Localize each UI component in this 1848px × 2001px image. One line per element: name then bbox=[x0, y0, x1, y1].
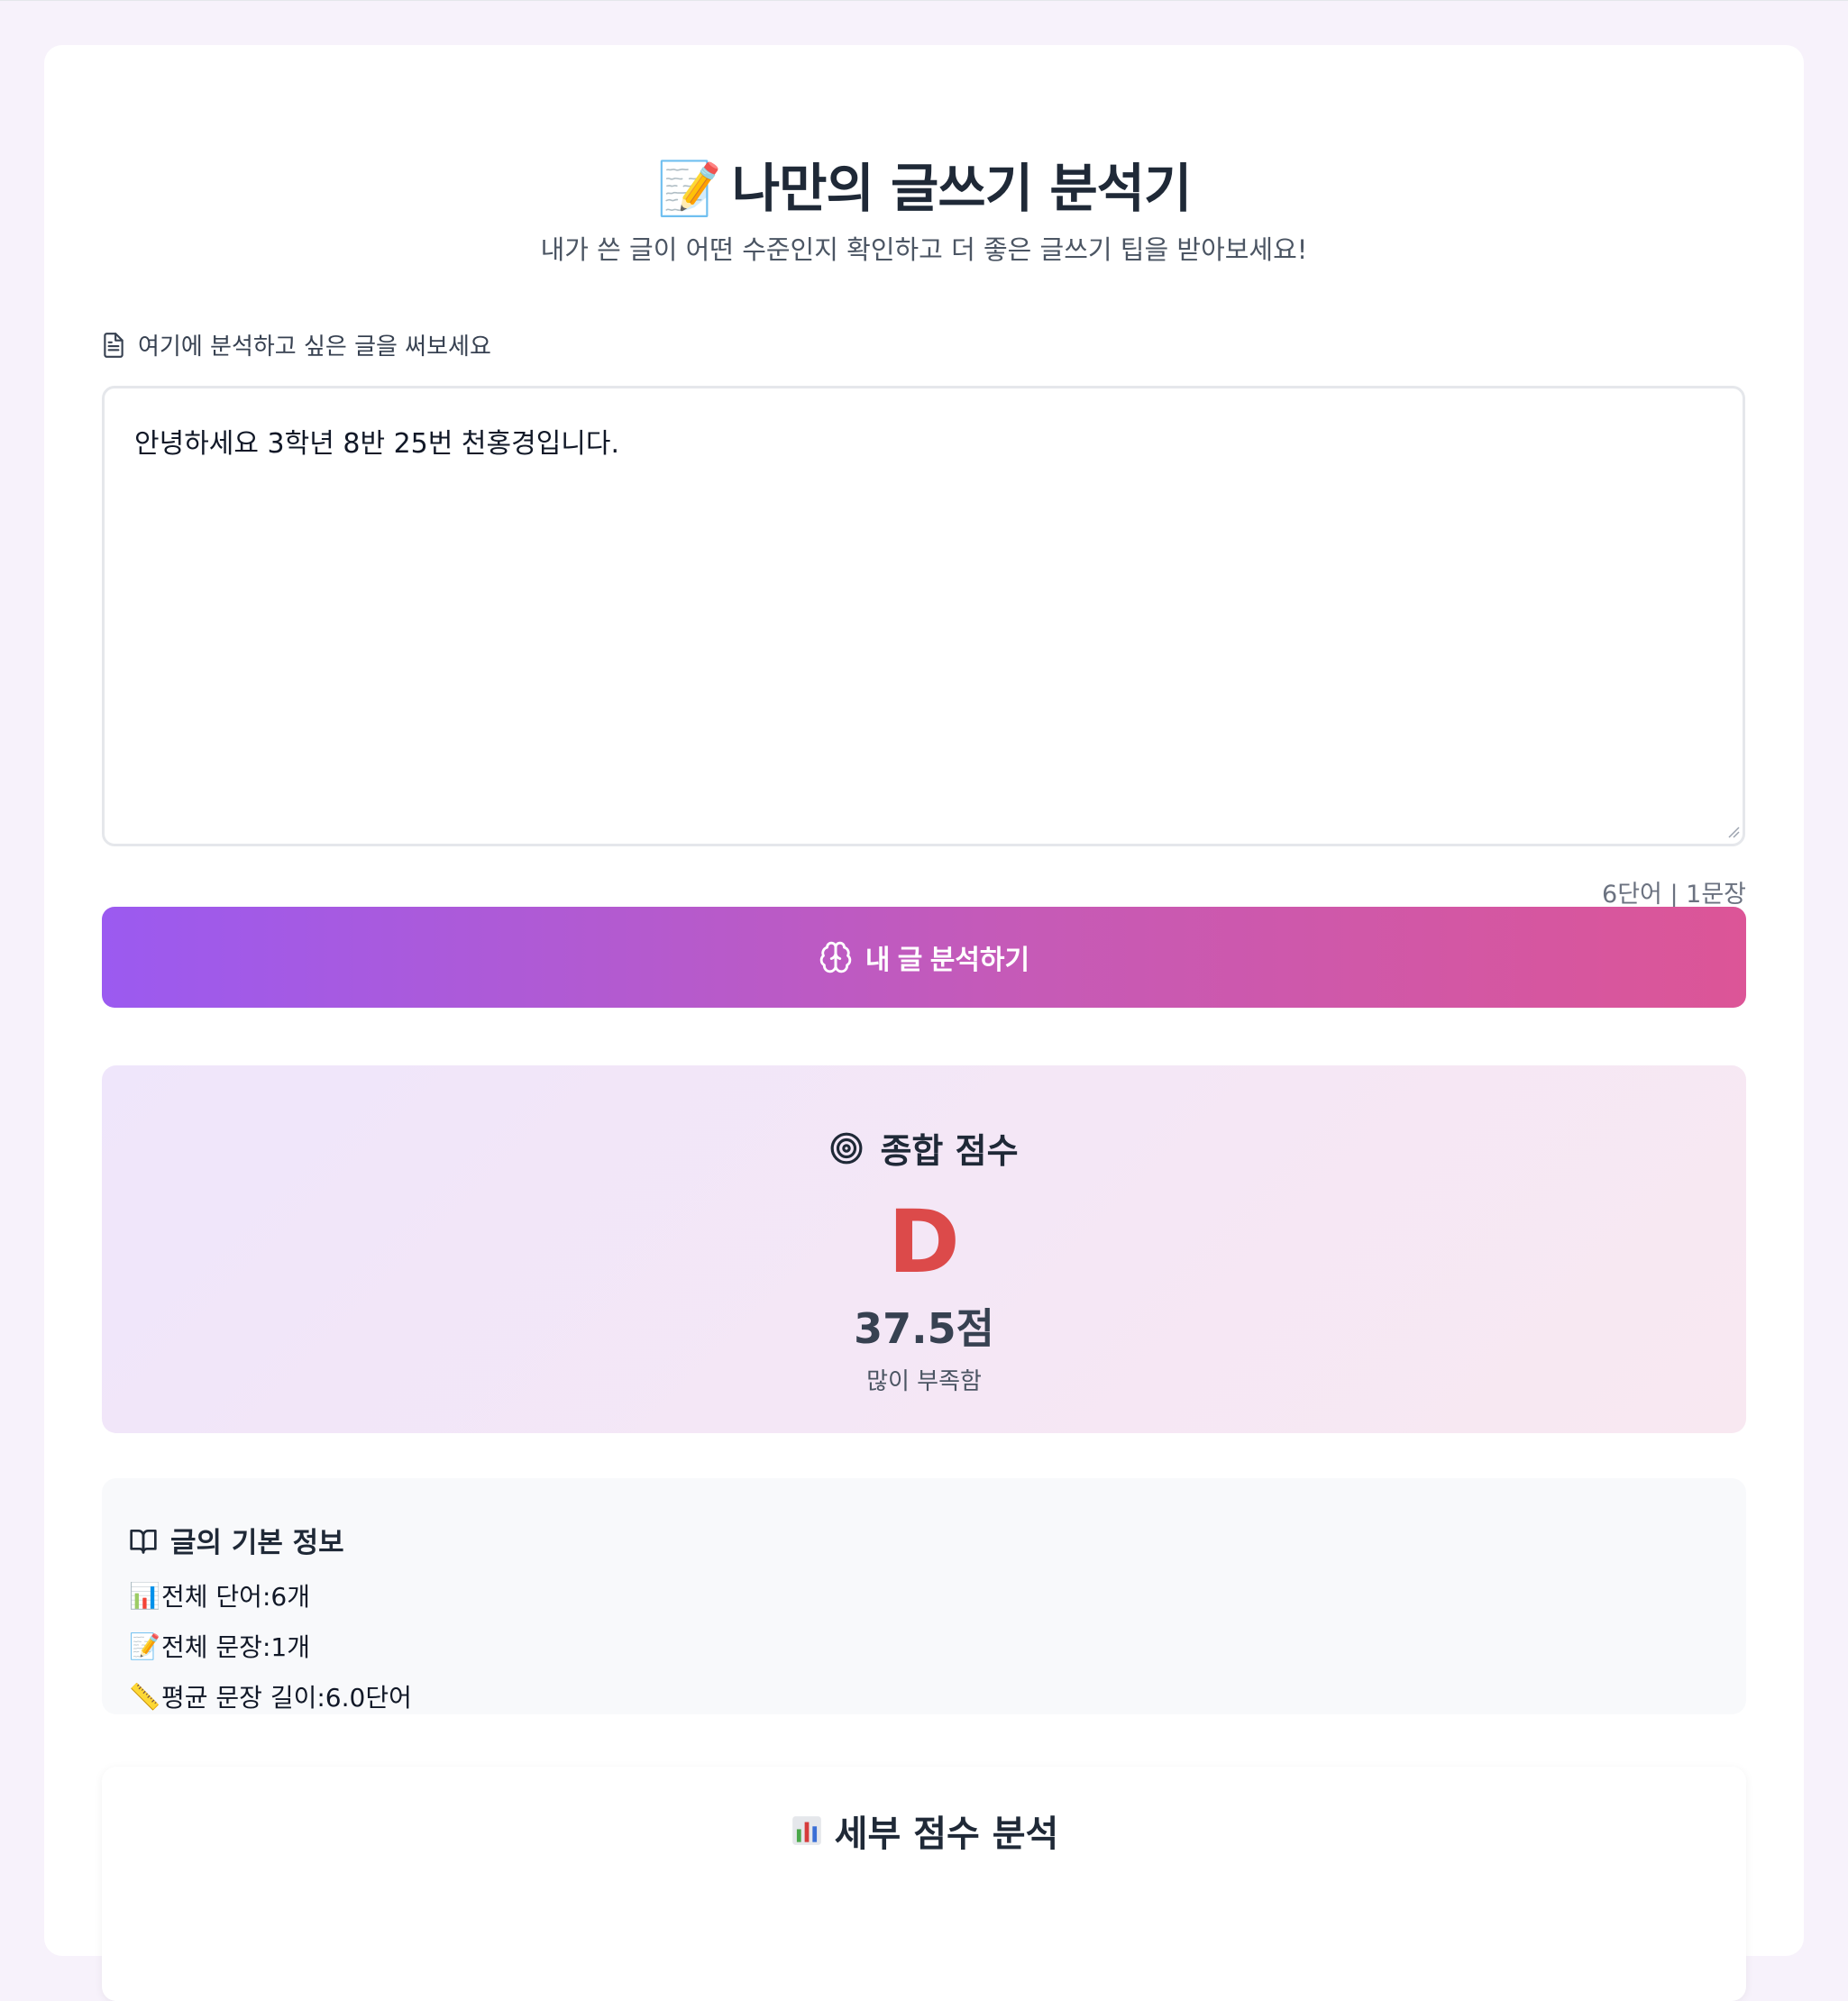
overall-score-title: 종합 점수 bbox=[102, 1123, 1746, 1173]
resize-handle-icon[interactable] bbox=[1727, 826, 1740, 838]
info-total-words-label: 전체 단어: bbox=[161, 1582, 271, 1612]
word-sentence-counter: 6단어 | 1문장 bbox=[1602, 881, 1746, 909]
info-total-sentences: 📝 전체 문장: 1개 bbox=[129, 1628, 310, 1664]
memo-icon: 📝 bbox=[656, 158, 722, 219]
analyze-button[interactable]: 내 글 분석하기 bbox=[102, 907, 1746, 1008]
info-avg-sentence-length: 📏 평균 문장 길이: 6.0단어 bbox=[129, 1678, 412, 1714]
text-input-label: 여기에 분석하고 싶은 글을 써보세요 bbox=[102, 328, 491, 361]
info-total-words-value: 6개 bbox=[270, 1582, 310, 1612]
info-total-sentences-label: 전체 문장: bbox=[161, 1632, 271, 1662]
main-card: 📝 나만의 글쓰기 분석기 내가 쓴 글이 어떤 수준인지 확인하고 더 좋은 글… bbox=[44, 45, 1804, 2001]
basic-info-title-text: 글의 기본 정보 bbox=[170, 1527, 344, 1559]
overall-score-title-text: 종합 점수 bbox=[880, 1131, 1019, 1171]
page-title: 📝 나만의 글쓰기 분석기 bbox=[44, 146, 1804, 222]
ruler-icon: 📏 bbox=[129, 1681, 160, 1712]
document-icon bbox=[104, 332, 124, 358]
bar-chart-icon: 📊 bbox=[129, 1580, 160, 1611]
score-verdict: 많이 부족함 bbox=[866, 1368, 982, 1395]
page-title-text: 나만의 글쓰기 분석기 bbox=[731, 158, 1193, 219]
memo-icon: 📝 bbox=[129, 1631, 160, 1661]
text-input-label-text: 여기에 분석하고 싶은 글을 써보세요 bbox=[138, 334, 491, 361]
detail-score-panel: 세부 점수 분석 bbox=[102, 1767, 1746, 2001]
writing-textarea[interactable] bbox=[102, 386, 1745, 846]
brain-icon bbox=[819, 941, 852, 973]
basic-info-title: 글의 기본 정보 bbox=[129, 1520, 344, 1560]
info-avg-sentence-length-value: 6.0단어 bbox=[325, 1683, 412, 1713]
page-subtitle: 내가 쓴 글이 어떤 수준인지 확인하고 더 좋은 글쓰기 팁을 받아보세요! bbox=[540, 234, 1308, 265]
info-total-sentences-value: 1개 bbox=[270, 1632, 310, 1662]
info-avg-sentence-length-label: 평균 문장 길이: bbox=[161, 1683, 325, 1713]
analyze-button-label: 내 글 분석하기 bbox=[865, 946, 1030, 975]
bar-chart-icon bbox=[791, 1816, 821, 1845]
basic-info-panel: 글의 기본 정보 📊 전체 단어: 6개 📝 전체 문장: 1개 📏 평균 문장… bbox=[102, 1478, 1746, 1714]
overall-score-panel: 종합 점수 D 37.5점 많이 부족함 bbox=[102, 1065, 1746, 1433]
score-points: 37.5점 bbox=[854, 1304, 994, 1353]
info-total-words: 📊 전체 단어: 6개 bbox=[129, 1577, 310, 1613]
detail-score-title: 세부 점수 분석 bbox=[102, 1805, 1746, 1857]
grade-letter: D bbox=[888, 1192, 960, 1293]
target-icon bbox=[831, 1132, 863, 1164]
detail-score-title-text: 세부 점수 분석 bbox=[834, 1814, 1059, 1855]
book-open-icon bbox=[130, 1529, 157, 1554]
